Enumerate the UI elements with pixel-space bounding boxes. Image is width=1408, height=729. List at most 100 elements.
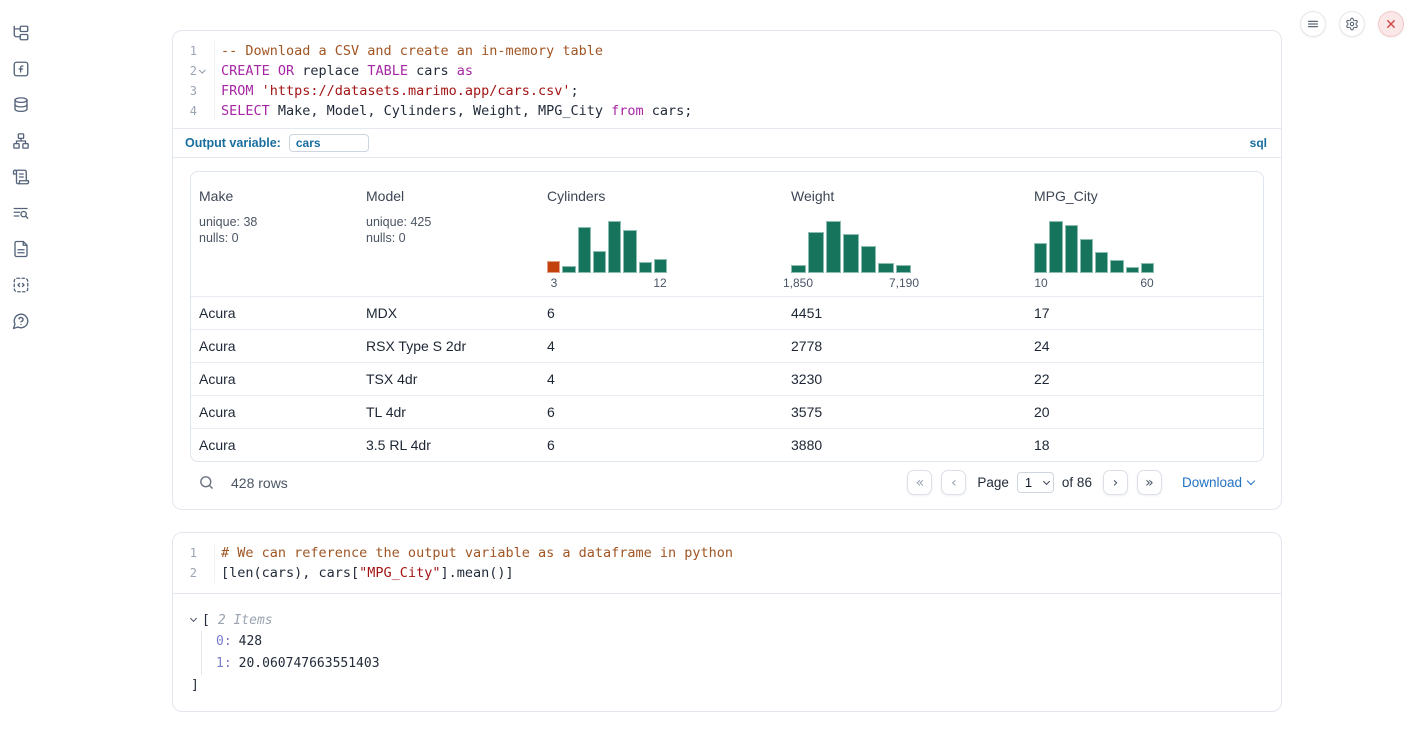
tree-entry-value: 20.060747663551403: [239, 656, 380, 671]
tree-open-bracket: [: [202, 613, 210, 628]
first-page-button[interactable]: «: [907, 470, 932, 495]
table-row: AcuraMDX6445117: [191, 296, 1263, 329]
histogram-bar[interactable]: [578, 227, 591, 273]
shutdown-button[interactable]: [1378, 11, 1404, 37]
code-token: SELECT: [221, 103, 270, 119]
line-number: 3: [173, 81, 197, 101]
histogram-bar[interactable]: [896, 265, 911, 273]
code-text: SELECT Make, Model, Cylinders, Weight, M…: [214, 101, 692, 121]
sidebar-item-snippets[interactable]: [12, 276, 30, 294]
histogram-bar[interactable]: [791, 265, 806, 273]
histogram-bar[interactable]: [1095, 252, 1108, 273]
histogram-bar[interactable]: [878, 263, 893, 273]
histogram-bar[interactable]: [608, 221, 621, 273]
download-label: Download: [1182, 475, 1242, 490]
sidebar-item-logs[interactable]: [12, 204, 30, 222]
histogram-bar[interactable]: [1080, 239, 1093, 273]
histogram-bar[interactable]: [826, 221, 841, 273]
column-name[interactable]: Weight: [791, 188, 834, 204]
code-text: [len(cars), cars["MPG_City"].mean()]: [214, 563, 514, 583]
histogram-bar[interactable]: [861, 246, 876, 273]
histogram-bar[interactable]: [623, 230, 636, 273]
settings-button[interactable]: [1339, 11, 1365, 37]
previous-page-button[interactable]: ‹: [941, 470, 966, 495]
code-token: CREATE OR: [221, 63, 294, 79]
sidebar-item-help[interactable]: [12, 312, 30, 330]
gutter-fold-area: [197, 563, 208, 583]
column-name[interactable]: Make: [199, 188, 233, 204]
table-cell: 24: [1026, 338, 1263, 354]
code-snippet-icon: [12, 276, 30, 294]
histogram-bar[interactable]: [1110, 260, 1123, 273]
search-icon[interactable]: [198, 474, 215, 491]
histogram-bar[interactable]: [1049, 221, 1062, 273]
pagination: « ‹ Page 1 of 86 › » Download: [907, 470, 1256, 495]
sidebar-item-variables[interactable]: [12, 60, 30, 78]
sidebar-item-scratchpad[interactable]: [12, 168, 30, 186]
code-token: Make, Model, Cylinders, Weight, MPG_City: [270, 103, 611, 119]
histogram-bar[interactable]: [654, 259, 667, 273]
histogram-bars: [547, 218, 667, 273]
gutter-fold-area: [197, 543, 208, 563]
table-cell: 3230: [783, 371, 1026, 387]
python-code-editor[interactable]: 1 # We can reference the output variable …: [173, 533, 1281, 593]
table-cell: TL 4dr: [358, 404, 539, 420]
sql-code-editor[interactable]: 1-- Download a CSV and create an in-memo…: [173, 31, 1281, 128]
sidebar-item-datasources[interactable]: [12, 96, 30, 114]
code-token: -- Download a CSV and create an in-memor…: [221, 43, 603, 59]
column-header: Modelunique: 425nulls: 0: [358, 172, 539, 296]
histogram-bar[interactable]: [808, 232, 823, 273]
table-cell: 18: [1026, 437, 1263, 453]
download-button[interactable]: Download: [1182, 475, 1254, 490]
histogram-bar[interactable]: [593, 251, 606, 273]
last-page-button[interactable]: »: [1137, 470, 1162, 495]
gutter-fold-area: [197, 101, 208, 121]
code-line: 2CREATE OR replace TABLE cars as: [173, 61, 1281, 81]
fold-chevron-icon[interactable]: [199, 66, 205, 72]
column-stats: unique: 38nulls: 0: [199, 214, 350, 246]
histogram-bar[interactable]: [1034, 243, 1047, 273]
histogram-axis-labels: 312: [547, 276, 667, 290]
line-number: 1: [173, 543, 197, 563]
tree-entry: 0:428: [216, 631, 1281, 653]
histogram-bar[interactable]: [843, 234, 858, 273]
code-text: # We can reference the output variable a…: [214, 543, 733, 563]
table-cell: 20: [1026, 404, 1263, 420]
output-variable-bar: Output variable: sql: [173, 128, 1281, 158]
line-number: 2: [173, 563, 197, 583]
table-cell: 22: [1026, 371, 1263, 387]
tree-collapse-chevron-icon[interactable]: [191, 619, 196, 621]
next-page-button[interactable]: ›: [1103, 470, 1128, 495]
column-name[interactable]: Cylinders: [547, 188, 605, 204]
tree-entry-key: 0:: [216, 634, 232, 649]
table-row: AcuraTL 4dr6357520: [191, 395, 1263, 428]
axis-max-label: 7,190: [889, 276, 919, 290]
column-name[interactable]: MPG_City: [1034, 188, 1098, 204]
page-label: Page: [977, 475, 1009, 490]
logs-search-icon: [12, 204, 30, 222]
table-cell: 6: [539, 437, 783, 453]
histogram-bar[interactable]: [1141, 263, 1154, 273]
histogram-bar[interactable]: [1065, 225, 1078, 273]
axis-min-label: 10: [1034, 276, 1047, 290]
histogram-bar[interactable]: [1126, 267, 1139, 273]
axis-max-label: 60: [1140, 276, 1153, 290]
table-cell: 4: [539, 371, 783, 387]
histogram-bar[interactable]: [562, 266, 575, 273]
axis-max-label: 12: [653, 276, 666, 290]
page-select-wrap: 1: [1017, 472, 1054, 493]
table-cell: 2778: [783, 338, 1026, 354]
marimo-notebook: 1 -- Download a CSV and create an in-memo…: [0, 0, 1408, 729]
column-histogram: 10 60: [1034, 218, 1154, 290]
sidebar-item-file-explorer[interactable]: [12, 24, 30, 42]
code-token: cars;: [644, 103, 693, 119]
column-name[interactable]: Model: [366, 188, 404, 204]
histogram-bar-highlighted[interactable]: [547, 261, 560, 273]
output-variable-input[interactable]: [289, 134, 369, 152]
column-stat: nulls: 0: [199, 230, 350, 246]
sidebar-item-documentation[interactable]: [12, 240, 30, 258]
menu-button[interactable]: [1300, 11, 1326, 37]
sidebar-item-dependencies[interactable]: [12, 132, 30, 150]
code-token: FROM: [221, 83, 254, 99]
histogram-bar[interactable]: [639, 262, 652, 273]
